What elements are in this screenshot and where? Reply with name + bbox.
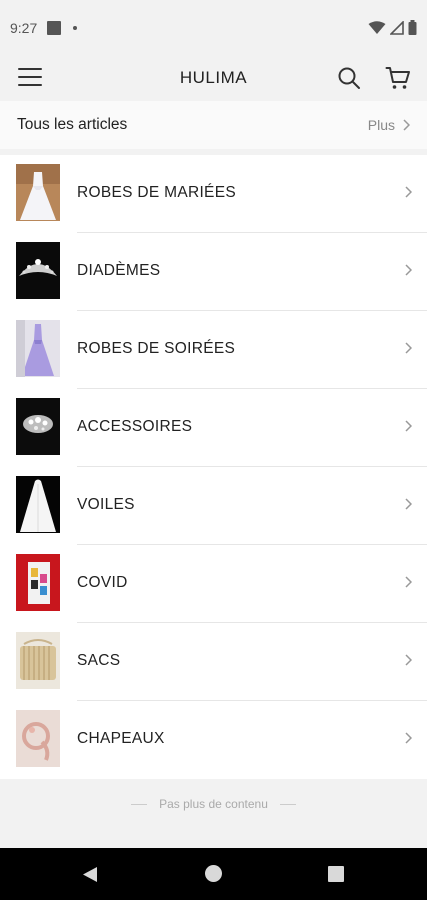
notification-dot-icon xyxy=(73,25,78,30)
category-item-chapeaux[interactable]: CHAPEAUX xyxy=(0,701,427,779)
chevron-right-icon xyxy=(403,119,410,131)
app-header: HULIMA xyxy=(0,55,427,100)
category-item-covid[interactable]: COVID xyxy=(0,545,427,623)
chevron-right-icon xyxy=(405,186,412,198)
divider xyxy=(131,803,148,805)
chevron-right-icon xyxy=(405,654,412,666)
category-label: ROBES DE MARIÉES xyxy=(77,184,236,201)
end-of-content-label: Pas plus de contenu xyxy=(159,797,268,811)
end-of-content-note: Pas plus de contenu xyxy=(0,797,427,811)
hat-thumbnail xyxy=(16,710,60,767)
category-item-sacs[interactable]: SACS xyxy=(0,623,427,701)
home-icon[interactable] xyxy=(205,865,222,882)
tiara-thumbnail xyxy=(16,242,60,299)
search-icon[interactable] xyxy=(337,66,361,90)
chevron-right-icon xyxy=(405,498,412,510)
all-articles-row[interactable]: Tous les articles Plus xyxy=(0,101,427,149)
chevron-right-icon xyxy=(405,264,412,276)
status-icons xyxy=(368,20,417,35)
chevron-right-icon xyxy=(405,732,412,744)
category-item-accessoires[interactable]: ACCESSOIRES xyxy=(0,389,427,467)
system-navigation-bar xyxy=(0,848,427,900)
battery-icon xyxy=(408,20,417,35)
evening-dress-thumbnail xyxy=(16,320,60,377)
more-link[interactable]: Plus xyxy=(368,117,410,133)
back-icon[interactable] xyxy=(82,866,98,883)
veil-thumbnail xyxy=(16,476,60,533)
all-articles-label: Tous les articles xyxy=(17,116,128,133)
cart-icon[interactable] xyxy=(385,65,411,91)
category-label: SACS xyxy=(77,652,121,669)
signal-icon xyxy=(390,20,404,35)
category-label: VOILES xyxy=(77,496,135,513)
chevron-right-icon xyxy=(405,576,412,588)
bag-thumbnail xyxy=(16,632,60,689)
category-list: ROBES DE MARIÉES DIADÈMES ROBES DE SOIRÉ… xyxy=(0,155,427,779)
accessory-thumbnail xyxy=(16,398,60,455)
status-time: 9:27 xyxy=(10,19,38,36)
category-label: COVID xyxy=(77,574,128,591)
category-label: ROBES DE SOIRÉES xyxy=(77,340,236,357)
recent-apps-icon[interactable] xyxy=(328,866,344,882)
category-label: CHAPEAUX xyxy=(77,730,165,747)
category-item-diademes[interactable]: DIADÈMES xyxy=(0,233,427,311)
more-label: Plus xyxy=(367,117,395,133)
wedding-dress-thumbnail xyxy=(16,164,60,221)
divider xyxy=(279,803,296,805)
chevron-right-icon xyxy=(405,420,412,432)
wifi-icon xyxy=(368,20,386,34)
app-title: HULIMA xyxy=(179,67,248,87)
menu-icon[interactable] xyxy=(18,68,42,86)
category-label: ACCESSOIRES xyxy=(77,418,193,435)
notification-icon xyxy=(47,20,62,35)
category-item-robes-de-mariees[interactable]: ROBES DE MARIÉES xyxy=(0,155,427,233)
chevron-right-icon xyxy=(405,342,412,354)
status-bar: 9:27 xyxy=(0,0,427,55)
category-label: DIADÈMES xyxy=(77,262,161,279)
category-item-voiles[interactable]: VOILES xyxy=(0,467,427,545)
category-item-robes-de-soirees[interactable]: ROBES DE SOIRÉES xyxy=(0,311,427,389)
covid-thumbnail xyxy=(16,554,60,611)
